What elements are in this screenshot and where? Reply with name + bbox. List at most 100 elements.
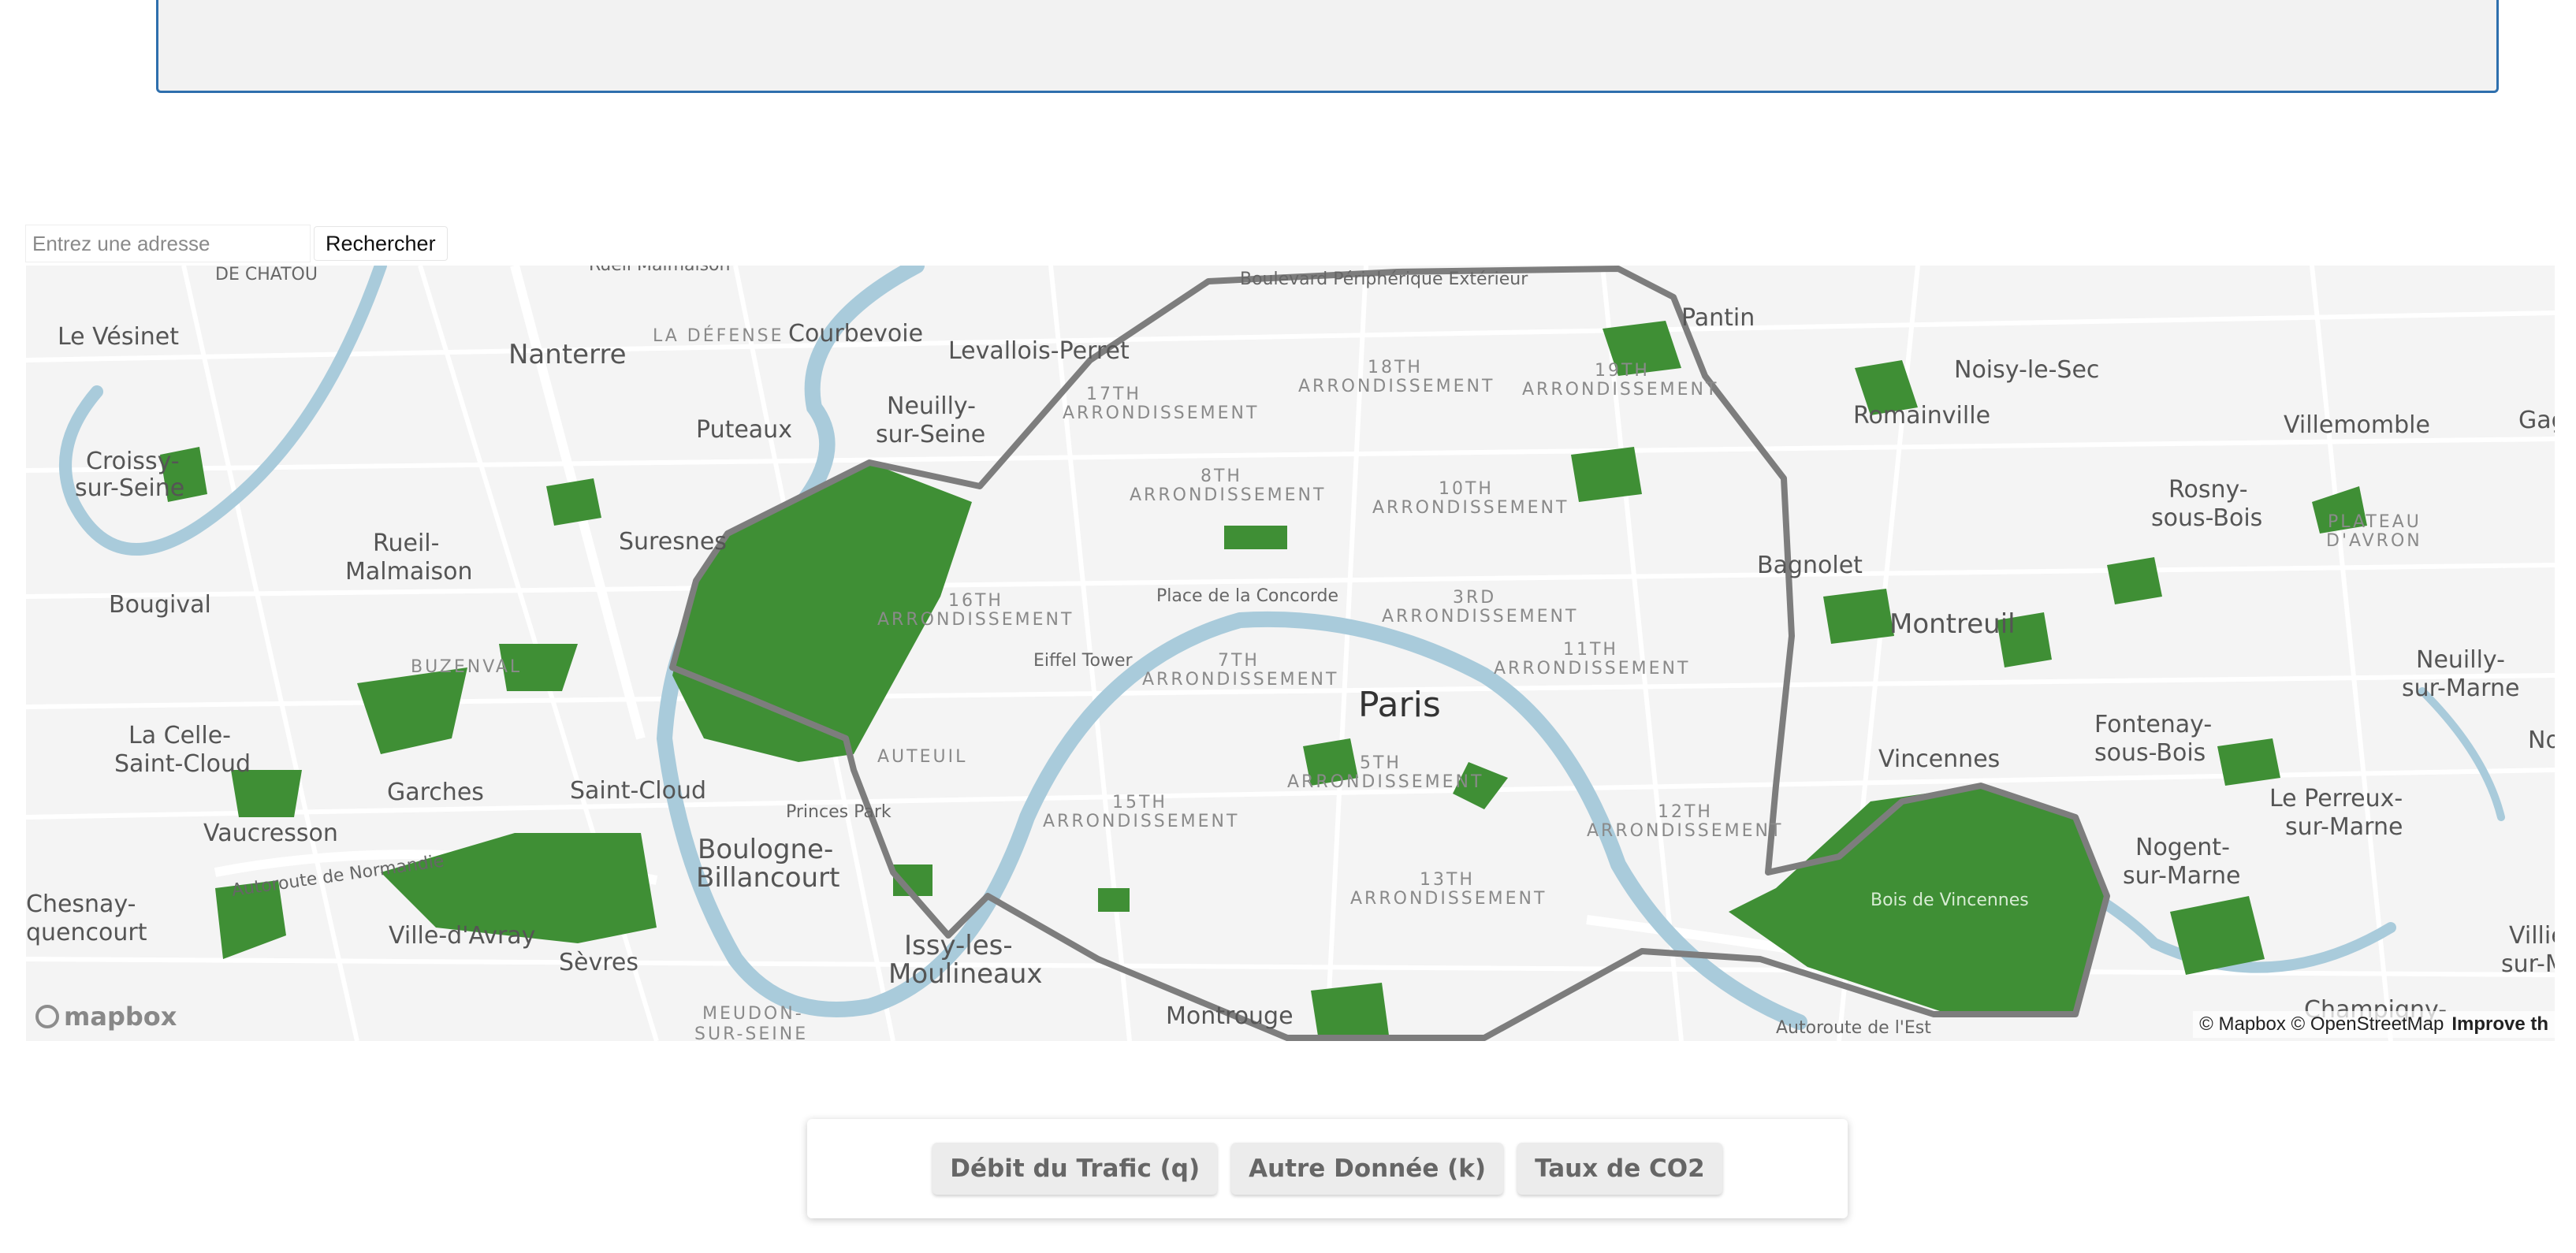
label-la-celle-1: La Celle- bbox=[128, 722, 231, 749]
label-arr13-1: 13TH bbox=[1420, 870, 1475, 890]
label-le-perreux-1: Le Perreux- bbox=[2269, 785, 2403, 812]
label-arr8-1: 8TH bbox=[1201, 467, 1242, 486]
label-peripherique: Boulevard Périphérique Extérieur bbox=[1240, 270, 1528, 289]
label-arr3-1: 3RD bbox=[1453, 588, 1496, 608]
label-autoroute-est: Autoroute de l'Est bbox=[1776, 1018, 1931, 1038]
map-attribution: © Mapbox © OpenStreetMap Improve th bbox=[2193, 1011, 2555, 1038]
label-noisy: Noisy-le-Sec bbox=[1954, 356, 2099, 384]
label-boulogne-2: Billancourt bbox=[696, 862, 839, 894]
label-arr13-2: ARRONDISSEMENT bbox=[1350, 889, 1547, 909]
label-pantin: Pantin bbox=[1681, 304, 1755, 332]
traffic-flow-button[interactable]: Débit du Trafic (q) bbox=[932, 1143, 1218, 1195]
label-arr10-2: ARRONDISSEMENT bbox=[1372, 498, 1569, 518]
label-montreuil: Montreuil bbox=[1889, 608, 2016, 640]
attribution-text[interactable]: © Mapbox © OpenStreetMap bbox=[2199, 1013, 2444, 1035]
label-arr17-1: 17TH bbox=[1086, 385, 1141, 404]
label-puteaux: Puteaux bbox=[696, 416, 792, 444]
label-ville-davray: Ville-d'Avray bbox=[389, 922, 535, 950]
label-montrouge: Montrouge bbox=[1166, 1002, 1294, 1030]
co2-rate-button[interactable]: Taux de CO2 bbox=[1517, 1143, 1722, 1195]
label-arr12-2: ARRONDISSEMENT bbox=[1587, 821, 1783, 841]
label-garches: Garches bbox=[387, 779, 484, 806]
label-arr16-2: ARRONDISSEMENT bbox=[877, 610, 1074, 630]
label-arr7-2: ARRONDISSEMENT bbox=[1142, 670, 1338, 690]
label-levallois: Levallois-Perret bbox=[948, 337, 1130, 365]
label-auteuil: AUTEUIL bbox=[877, 747, 967, 767]
label-arr18-2: ARRONDISSEMENT bbox=[1298, 377, 1495, 396]
label-buzenval: BUZENVAL bbox=[411, 657, 522, 677]
label-vincennes: Vincennes bbox=[1878, 745, 2000, 773]
improve-map-link[interactable]: Improve th bbox=[2451, 1013, 2548, 1035]
label-arr15-1: 15TH bbox=[1112, 793, 1167, 812]
label-fontenay-2: sous-Bois bbox=[2094, 739, 2206, 767]
label-bougival: Bougival bbox=[109, 591, 211, 619]
label-plateau-2: D'AVRON bbox=[2326, 531, 2422, 551]
label-boulogne-1: Boulogne- bbox=[698, 834, 833, 865]
label-villemomble: Villemomble bbox=[2284, 411, 2430, 439]
label-rosny-2: sous-Bois bbox=[2151, 504, 2262, 532]
label-bois-vincennes: Bois de Vincennes bbox=[1871, 890, 2029, 910]
search-button[interactable]: Rechercher bbox=[314, 226, 448, 261]
label-issy-1: Issy-les- bbox=[904, 930, 1013, 961]
label-la-defense: LA DÉFENSE bbox=[653, 325, 784, 346]
mapbox-icon bbox=[35, 1005, 59, 1028]
label-chesnay-1: Chesnay- bbox=[26, 890, 136, 918]
label-meudon-1: MEUDON- bbox=[702, 1004, 804, 1024]
label-nogent-1: Nogent- bbox=[2135, 834, 2230, 861]
label-arr10-1: 10TH bbox=[1439, 479, 1494, 499]
label-concorde: Place de la Concorde bbox=[1156, 586, 1338, 606]
metric-selector-panel: Débit du Trafic (q) Autre Donnée (k) Tau… bbox=[807, 1119, 1848, 1218]
label-arr8-2: ARRONDISSEMENT bbox=[1130, 485, 1326, 505]
label-courbevoie: Courbevoie bbox=[788, 320, 923, 348]
label-arr11-1: 11TH bbox=[1563, 640, 1618, 660]
label-rosny-1: Rosny- bbox=[2168, 476, 2248, 504]
label-le-perreux-2: sur-Marne bbox=[2285, 813, 2403, 841]
label-arr11-2: ARRONDISSEMENT bbox=[1494, 659, 1690, 679]
label-neuilly-marne-1: Neuilly- bbox=[2416, 646, 2505, 674]
label-rueil-2: Malmaison bbox=[345, 558, 473, 586]
label-croissy-1: Croissy- bbox=[86, 448, 180, 475]
mapbox-logo-text: mapbox bbox=[64, 1002, 177, 1032]
label-sevres: Sèvres bbox=[559, 949, 638, 976]
search-bar: Rechercher bbox=[25, 224, 448, 263]
map-canvas[interactable]: DE CHATOU Nanterre Courbevoie Levallois-… bbox=[26, 266, 2555, 1041]
label-neuilly-marne-2: sur-Marne bbox=[2402, 675, 2519, 702]
label-rueil-top: Rueil Malmaison bbox=[589, 266, 730, 275]
label-arr15-2: ARRONDISSEMENT bbox=[1043, 812, 1239, 831]
label-villiers-2: sur-Ma bbox=[2501, 950, 2555, 978]
label-gagny: Gagny bbox=[2518, 407, 2555, 434]
label-neuilly-2: sur-Seine bbox=[876, 421, 985, 448]
label-arr19-1: 19TH bbox=[1595, 361, 1650, 381]
label-bagnolet: Bagnolet bbox=[1757, 552, 1863, 579]
label-romainville: Romainville bbox=[1853, 402, 1990, 429]
label-arr7-1: 7TH bbox=[1218, 651, 1260, 671]
label-arr3-2: ARRONDISSEMENT bbox=[1382, 607, 1578, 626]
label-fontenay-1: Fontenay- bbox=[2094, 711, 2212, 738]
label-nogent-2: sur-Marne bbox=[2123, 862, 2240, 890]
label-arr5-1: 5TH bbox=[1360, 753, 1402, 773]
label-arr5-2: ARRONDISSEMENT bbox=[1287, 772, 1483, 792]
label-neuilly-1: Neuilly- bbox=[887, 392, 976, 420]
label-paris: Paris bbox=[1358, 685, 1441, 725]
label-eiffel-tower: Eiffel Tower bbox=[1033, 651, 1133, 671]
label-arr18-1: 18TH bbox=[1368, 358, 1423, 377]
label-arr19-2: ARRONDISSEMENT bbox=[1522, 380, 1718, 400]
mapbox-logo[interactable]: mapbox bbox=[35, 1002, 177, 1032]
label-vaucresson: Vaucresson bbox=[203, 820, 338, 847]
other-data-button[interactable]: Autre Donnée (k) bbox=[1231, 1143, 1504, 1195]
map-view[interactable]: DE CHATOU Nanterre Courbevoie Levallois-… bbox=[26, 266, 2555, 1041]
label-rueil-1: Rueil- bbox=[373, 530, 439, 557]
label-chesnay-2: quencourt bbox=[26, 919, 147, 946]
address-search-input[interactable] bbox=[25, 225, 311, 262]
label-issy-2: Moulineaux bbox=[888, 958, 1043, 990]
label-arr17-2: ARRONDISSEMENT bbox=[1063, 403, 1259, 423]
label-suresnes: Suresnes bbox=[619, 528, 727, 556]
label-arr12-1: 12TH bbox=[1658, 802, 1713, 822]
label-le-vesinet: Le Vésinet bbox=[58, 323, 179, 351]
label-saint-cloud: Saint-Cloud bbox=[570, 777, 706, 805]
label-la-celle-2: Saint-Cloud bbox=[114, 750, 251, 778]
label-chatou: DE CHATOU bbox=[215, 266, 318, 284]
label-nanterre: Nanterre bbox=[508, 339, 627, 370]
label-croissy-2: sur-Seine bbox=[75, 474, 184, 502]
label-villiers-1: Villier bbox=[2509, 922, 2555, 950]
